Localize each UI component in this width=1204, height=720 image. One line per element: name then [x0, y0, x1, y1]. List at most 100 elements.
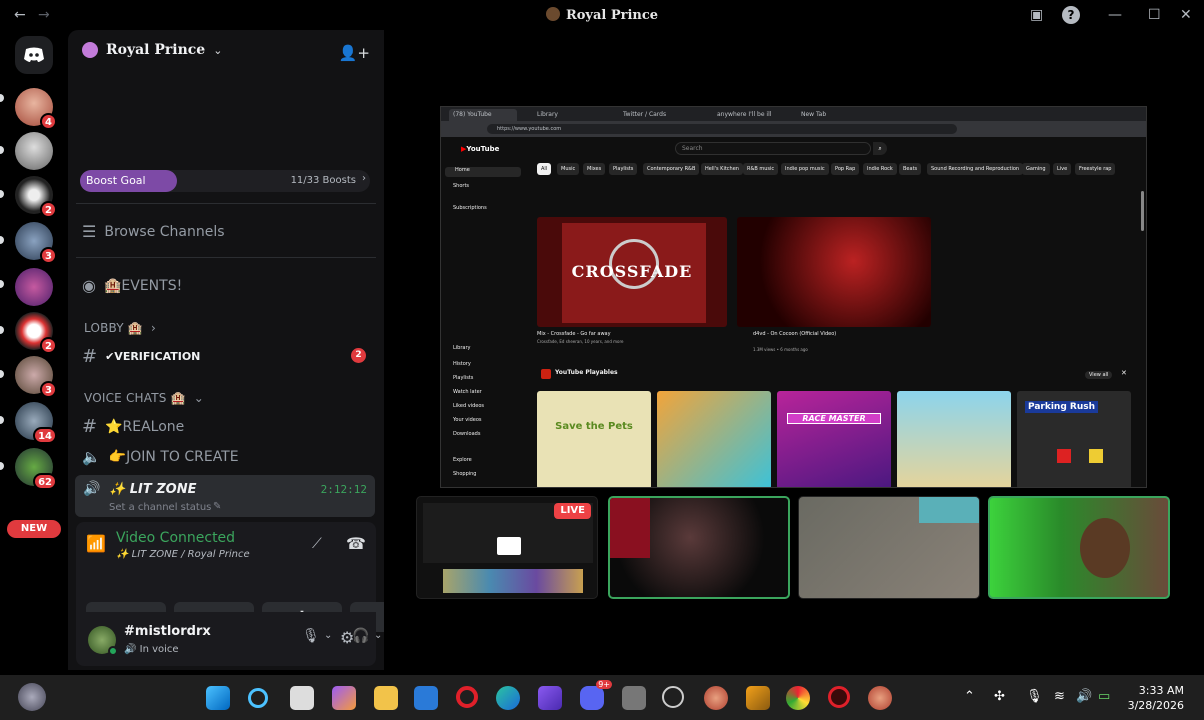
clipchamp-icon[interactable]: [538, 686, 562, 710]
pencil-icon[interactable]: ✎: [213, 501, 221, 512]
youtube-nav-item[interactable]: Liked videos: [453, 403, 484, 409]
filter-chip[interactable]: Playlists: [609, 163, 638, 175]
youtube-nav-item[interactable]: Downloads: [453, 431, 480, 437]
search-icon[interactable]: ⌕: [873, 142, 887, 155]
channel-join-to-create[interactable]: 🔈 👉JOIN TO CREATE: [82, 448, 239, 466]
browser-tab[interactable]: New Tab: [797, 109, 826, 121]
filter-chip[interactable]: Pop Rap: [831, 163, 860, 175]
youtube-logo[interactable]: ▶YouTube: [461, 145, 499, 153]
category-lobby[interactable]: LOBBY 🏨 ›: [84, 321, 156, 335]
server-icon[interactable]: 3: [15, 356, 57, 398]
youtube-nav-item[interactable]: Explore: [453, 457, 472, 463]
video-title[interactable]: Mix - Crossfade - Go far away: [537, 331, 611, 337]
youtube-nav-item[interactable]: Library: [453, 345, 470, 351]
opera-icon[interactable]: [456, 686, 478, 708]
signal-icon[interactable]: 📶: [86, 534, 106, 553]
weather-widget-icon[interactable]: [18, 683, 46, 711]
youtube-nav-item[interactable]: Subscriptions: [453, 205, 487, 211]
filter-chip[interactable]: All: [537, 163, 552, 175]
youtube-search[interactable]: Search: [675, 142, 871, 155]
channel-lit-zone[interactable]: 🔊 ✨ LIT ZONE 2:12:12 Set a channel statu…: [75, 475, 375, 517]
chrome-icon[interactable]: [786, 686, 810, 710]
youtube-nav-item[interactable]: Shopping: [453, 471, 476, 477]
filter-chip[interactable]: Indie Rock: [863, 163, 897, 175]
maximize-icon[interactable]: ☐: [1148, 6, 1161, 24]
youtube-nav-item[interactable]: Playlists: [453, 375, 473, 381]
discord-icon[interactable]: 9+: [580, 680, 612, 710]
camera-app-icon[interactable]: [622, 686, 646, 710]
youtube-nav-item[interactable]: Shorts: [453, 183, 469, 189]
filter-chip[interactable]: Contemporary R&B: [643, 163, 700, 175]
server-header[interactable]: Royal Prince ⌄: [82, 42, 222, 58]
minimize-icon[interactable]: —: [1108, 6, 1122, 24]
pinned-app-icon[interactable]: [704, 686, 728, 710]
copilot-icon[interactable]: [332, 686, 356, 710]
youtube-nav-item[interactable]: Watch later: [453, 389, 482, 395]
screen-share-stream[interactable]: (78) YouTube Library Twitter / Cards any…: [440, 106, 1147, 488]
participant-video-tile[interactable]: [988, 496, 1170, 599]
pinned-app-icon[interactable]: [868, 686, 892, 710]
discord-home-icon[interactable]: [15, 36, 53, 74]
volume-icon[interactable]: 🔊: [1076, 689, 1092, 704]
microphone-icon[interactable]: 🎙: [1026, 689, 1043, 704]
close-icon[interactable]: ✕: [1180, 6, 1192, 24]
invite-people-icon[interactable]: 👤+: [339, 44, 370, 62]
browser-tab[interactable]: Library: [533, 109, 558, 121]
server-icon[interactable]: 4: [15, 88, 57, 130]
avatar[interactable]: [88, 626, 118, 656]
outlook-icon[interactable]: [414, 686, 438, 710]
settings-gear-icon[interactable]: ⚙: [340, 628, 354, 647]
playable-thumbnail[interactable]: Parking Rush: [1017, 391, 1131, 487]
channel-verification[interactable]: # ✔VERIFICATION: [82, 346, 200, 367]
file-explorer-icon[interactable]: [374, 686, 398, 710]
browser-tab[interactable]: (78) YouTube: [449, 109, 517, 121]
channel-events[interactable]: ◉ 🏨EVENTS!: [82, 276, 182, 295]
view-all-button[interactable]: View all: [1085, 371, 1113, 379]
playable-thumbnail[interactable]: [657, 391, 771, 487]
boost-goal-bar[interactable]: Boost Goal 11/33 Boosts ›: [80, 170, 370, 192]
participant-video-tile[interactable]: [798, 496, 980, 599]
voice-location[interactable]: ✨ LIT ZONE / Royal Prince: [116, 549, 250, 560]
filter-chip[interactable]: Mixes: [583, 163, 606, 175]
edge-icon[interactable]: [496, 686, 520, 710]
system-clock[interactable]: 3:33 AM 3/28/2026: [1128, 683, 1184, 713]
start-icon[interactable]: [206, 686, 230, 710]
disconnect-icon[interactable]: ☎: [346, 534, 366, 553]
filter-chip[interactable]: Music: [557, 163, 580, 175]
fl-studio-icon[interactable]: [746, 686, 770, 710]
browser-tab[interactable]: anywhere I'll be ill: [713, 109, 771, 121]
server-icon[interactable]: 3: [15, 222, 57, 264]
scrollbar-thumb[interactable]: [1141, 191, 1144, 231]
url-field[interactable]: https://www.youtube.com: [487, 124, 957, 134]
clock-app-icon[interactable]: [662, 686, 684, 708]
filter-chip[interactable]: Gaming: [1022, 163, 1050, 175]
youtube-nav-item[interactable]: History: [453, 361, 471, 367]
filter-chip[interactable]: Live: [1053, 163, 1072, 175]
filter-chip[interactable]: Hell's Kitchen: [701, 163, 743, 175]
tray-overflow-icon[interactable]: ⌃: [964, 689, 975, 704]
opera-gx-icon[interactable]: [828, 686, 850, 708]
browser-tab[interactable]: Twitter / Cards: [619, 109, 666, 121]
filter-chip[interactable]: Beats: [899, 163, 922, 175]
server-icon[interactable]: 62: [15, 448, 57, 490]
playable-thumbnail[interactable]: [897, 391, 1011, 487]
server-icon[interactable]: [15, 268, 53, 306]
filter-chip[interactable]: R&B music: [743, 163, 779, 175]
battery-icon[interactable]: ▭: [1098, 689, 1110, 704]
channel-realone[interactable]: # ⭐REALone: [82, 416, 184, 437]
filter-chip[interactable]: Freestyle rap: [1075, 163, 1116, 175]
filter-chip[interactable]: Indie pop music: [781, 163, 829, 175]
channel-status-placeholder[interactable]: Set a channel status: [109, 502, 211, 513]
stream-preview-tile[interactable]: LIVE: [416, 496, 598, 599]
server-icon[interactable]: 14: [15, 402, 57, 444]
microphone-icon[interactable]: 🎙: [302, 628, 320, 644]
browse-channels[interactable]: ☰ Browse Channels: [82, 222, 225, 241]
participant-video-tile[interactable]: [608, 496, 790, 599]
username[interactable]: #mistlordrx: [124, 624, 211, 639]
video-title[interactable]: d4vd - On Cocoon (Official Video): [753, 331, 836, 337]
task-view-icon[interactable]: [290, 686, 314, 710]
category-voice-chats[interactable]: VOICE CHATS 🏨 ⌄: [84, 391, 204, 405]
help-icon[interactable]: ?: [1062, 6, 1080, 24]
headphones-icon[interactable]: 🎧: [352, 628, 369, 644]
browser-url-bar[interactable]: https://www.youtube.com: [441, 121, 1146, 137]
